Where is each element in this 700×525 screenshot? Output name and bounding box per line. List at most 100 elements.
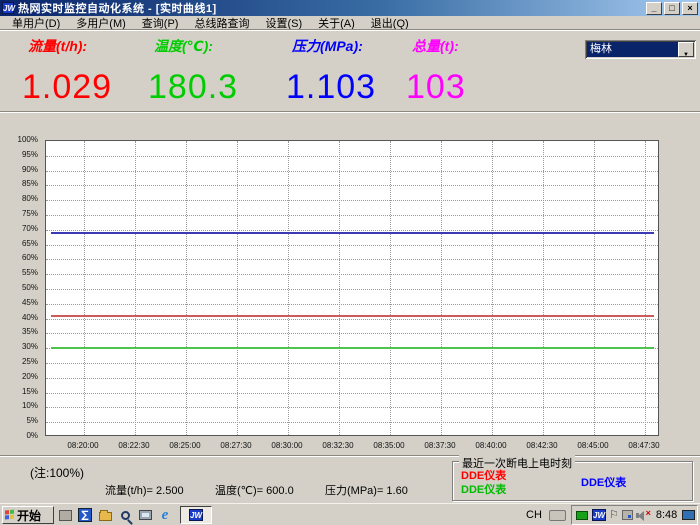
minimize-button[interactable]: _ bbox=[646, 2, 662, 15]
chevron-down-icon: ▼ bbox=[683, 52, 689, 58]
footer-note: (注:100%) bbox=[30, 464, 84, 481]
v-gridline bbox=[339, 141, 340, 435]
readout-flow: 流量(t/h): 1.029 bbox=[22, 36, 112, 104]
dde-item-1: DDE仪表 bbox=[461, 481, 506, 497]
app-tray-icon[interactable]: JW bbox=[592, 509, 606, 521]
close-button[interactable]: × bbox=[682, 2, 698, 15]
tray-clock: 8:48 bbox=[656, 509, 677, 521]
workstation-icon[interactable] bbox=[57, 507, 73, 523]
ie-icon[interactable]: e bbox=[157, 507, 173, 523]
x-axis-label: 08:37:30 bbox=[415, 441, 465, 450]
app-icon-small: JW bbox=[189, 509, 203, 521]
y-axis-label: 85% bbox=[0, 179, 41, 188]
system-tray: JW ⚐ × 8:48 bbox=[571, 505, 698, 525]
y-axis-label: 95% bbox=[0, 150, 41, 159]
y-axis-label: 65% bbox=[0, 239, 41, 248]
readout-value: 103 bbox=[406, 70, 466, 104]
dropdown-arrow-button[interactable]: ▼ bbox=[678, 42, 694, 57]
y-axis-label: 10% bbox=[0, 401, 41, 410]
volume-muted-icon[interactable]: × bbox=[636, 509, 651, 521]
x-axis-label: 08:45:00 bbox=[568, 441, 618, 450]
x-axis-label: 08:42:30 bbox=[517, 441, 567, 450]
y-axis-label: 0% bbox=[0, 431, 41, 440]
h-gridline bbox=[46, 185, 658, 186]
h-gridline bbox=[46, 200, 658, 201]
h-gridline bbox=[46, 215, 658, 216]
y-axis-label: 70% bbox=[0, 224, 41, 233]
y-axis-label: 25% bbox=[0, 357, 41, 366]
readout-label: 流量(t/h): bbox=[28, 36, 112, 56]
v-gridline bbox=[492, 141, 493, 435]
desktop-icon[interactable] bbox=[137, 507, 153, 523]
y-axis-label: 30% bbox=[0, 342, 41, 351]
language-indicator[interactable]: CH bbox=[526, 509, 542, 521]
station-dropdown[interactable]: 梅林 ▼ bbox=[585, 40, 696, 59]
dde-item-2: DDE仪表 bbox=[581, 474, 626, 490]
readout-value: 180.3 bbox=[148, 70, 238, 104]
top-divider bbox=[0, 111, 700, 113]
restore-button[interactable]: □ bbox=[664, 2, 680, 15]
v-gridline bbox=[390, 141, 391, 435]
flag-icon[interactable]: ⚐ bbox=[609, 510, 619, 521]
sigma-app-icon[interactable]: ∑ bbox=[77, 507, 93, 523]
y-axis-label: 15% bbox=[0, 387, 41, 396]
x-axis-label: 08:25:00 bbox=[160, 441, 210, 450]
v-gridline bbox=[237, 141, 238, 435]
scale-item-2: 压力(MPa)= 1.60 bbox=[325, 482, 435, 498]
h-gridline bbox=[46, 156, 658, 157]
h-gridline bbox=[46, 304, 658, 305]
x-axis-label: 08:35:00 bbox=[364, 441, 414, 450]
scale-item-1: 温度(℃)= 600.0 bbox=[215, 482, 325, 498]
v-gridline bbox=[288, 141, 289, 435]
v-gridline bbox=[594, 141, 595, 435]
readout-value: 1.029 bbox=[22, 70, 112, 104]
h-gridline bbox=[46, 259, 658, 260]
quick-launch: ∑ e bbox=[57, 507, 173, 523]
search-icon[interactable] bbox=[117, 507, 133, 523]
start-label: 开始 bbox=[17, 507, 41, 524]
y-axis-label: 40% bbox=[0, 313, 41, 322]
x-axis-label: 08:27:30 bbox=[211, 441, 261, 450]
chart-region: 100%95%90%85%80%75%70%65%60%55%50%45%40%… bbox=[0, 115, 700, 455]
network-icon[interactable] bbox=[576, 511, 588, 520]
x-axis-label: 08:20:00 bbox=[58, 441, 108, 450]
folder-icon[interactable] bbox=[97, 507, 113, 523]
task-button-active[interactable]: JW bbox=[180, 506, 212, 524]
display-icon[interactable] bbox=[682, 510, 695, 520]
y-axis-label: 60% bbox=[0, 253, 41, 262]
menu-bar: 单用户(D)多用户(M)查询(P)总线路查询设置(S)关于(A)退出(Q) bbox=[0, 16, 700, 29]
v-gridline bbox=[441, 141, 442, 435]
bottom-divider bbox=[0, 455, 700, 457]
h-gridline bbox=[46, 422, 658, 423]
h-gridline bbox=[46, 407, 658, 408]
full-scale-values: 流量(t/h)= 2.500温度(℃)= 600.0压力(MPa)= 1.60 bbox=[105, 481, 435, 499]
readout-value: 1.103 bbox=[286, 70, 376, 104]
scheduler-icon[interactable] bbox=[622, 510, 633, 520]
y-axis-label: 90% bbox=[0, 165, 41, 174]
power-panel: 最近一次断电上电时刻 DDE仪表DDE仪表DDE仪表 bbox=[452, 461, 693, 501]
y-axis-label: 35% bbox=[0, 327, 41, 336]
h-gridline bbox=[46, 378, 658, 379]
y-axis-label: 50% bbox=[0, 283, 41, 292]
x-axis-label: 08:22:30 bbox=[109, 441, 159, 450]
x-axis-label: 08:47:30 bbox=[619, 441, 669, 450]
windows-logo-icon bbox=[5, 509, 15, 520]
scale-item-0: 流量(t/h)= 2.500 bbox=[105, 482, 215, 498]
series-line-pressure bbox=[51, 232, 654, 234]
h-gridline bbox=[46, 171, 658, 172]
v-gridline bbox=[543, 141, 544, 435]
ime-keyboard-icon[interactable] bbox=[549, 510, 566, 521]
h-gridline bbox=[46, 319, 658, 320]
readout-temperature: 温度(℃):180.3 bbox=[148, 36, 238, 104]
series-line-temperature bbox=[51, 347, 654, 349]
menu-divider bbox=[0, 29, 700, 31]
readout-pressure: 压力(MPa):1.103 bbox=[286, 36, 376, 104]
y-axis-label: 55% bbox=[0, 268, 41, 277]
y-axis-label: 20% bbox=[0, 372, 41, 381]
h-gridline bbox=[46, 245, 658, 246]
y-axis-label: 100% bbox=[0, 135, 41, 144]
readout-label: 总量(t): bbox=[412, 36, 466, 56]
x-axis-label: 08:30:00 bbox=[262, 441, 312, 450]
h-gridline bbox=[46, 274, 658, 275]
start-button[interactable]: 开始 bbox=[2, 506, 54, 524]
